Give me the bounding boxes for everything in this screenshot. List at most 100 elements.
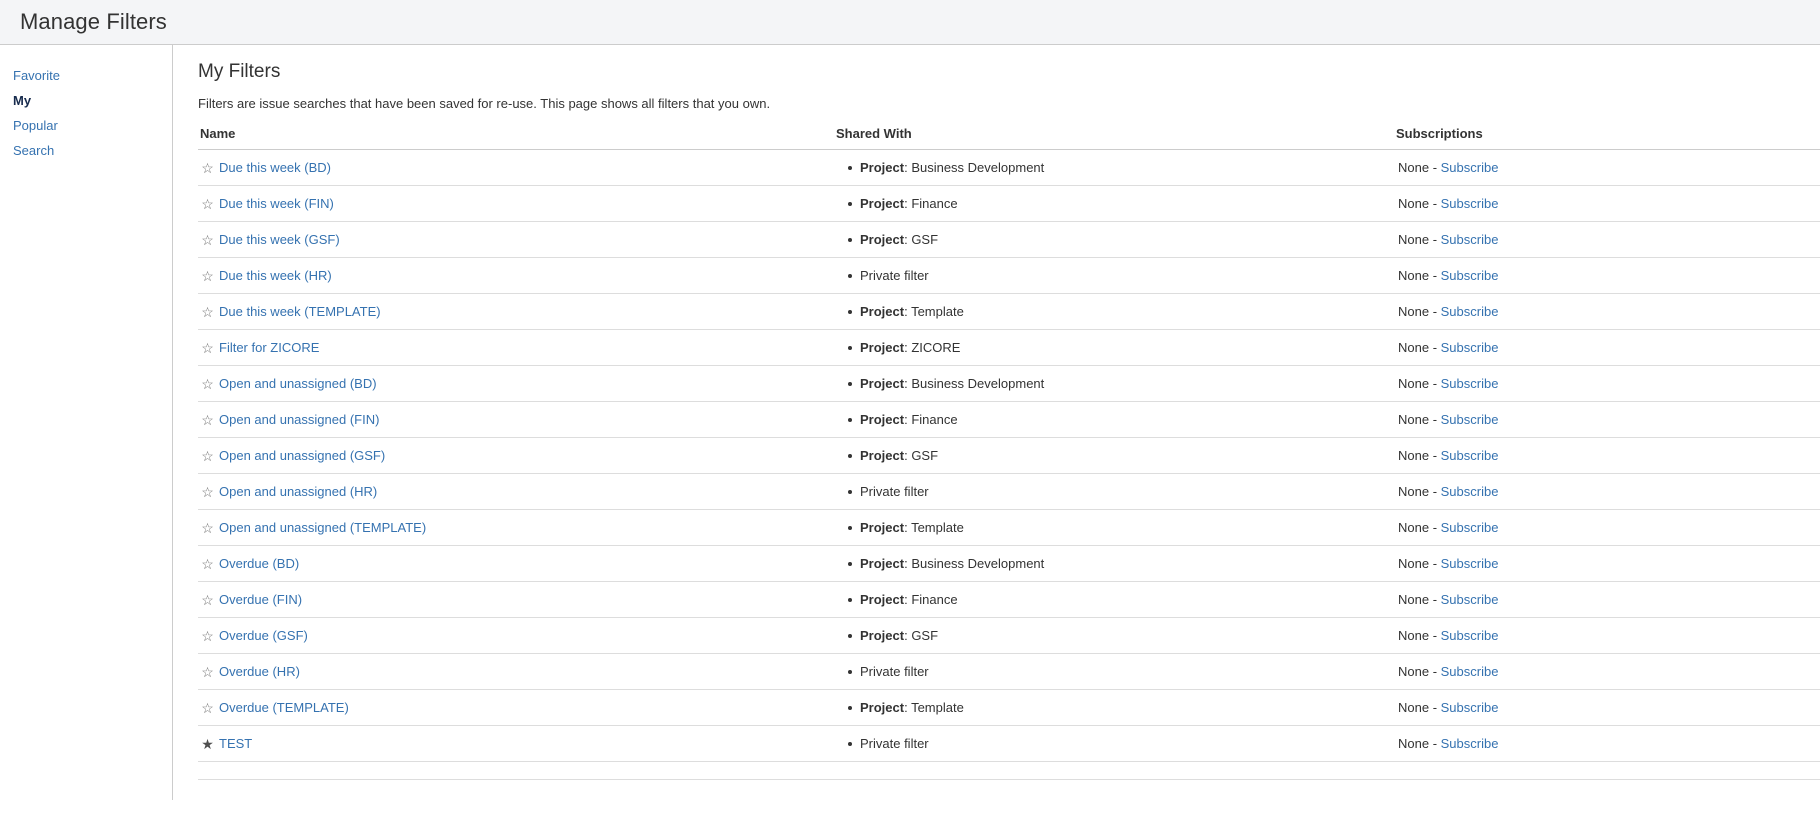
subscribe-link[interactable]: Subscribe (1441, 520, 1499, 535)
filter-name-link[interactable]: Due this week (FIN) (219, 197, 334, 212)
subscribe-link[interactable]: Subscribe (1441, 556, 1499, 571)
filter-name-link[interactable]: Overdue (BD) (219, 557, 299, 572)
filter-name-link[interactable]: Filter for ZICORE (219, 341, 319, 356)
filter-name-link[interactable]: Due this week (BD) (219, 161, 331, 176)
filter-name-link[interactable]: TEST (219, 737, 252, 752)
shared-with-value: Private filter (860, 736, 929, 751)
subscribe-link[interactable]: Subscribe (1441, 448, 1499, 463)
cell-subscriptions: None - Subscribe (1396, 509, 1716, 546)
sidebar-item-search[interactable]: Search (0, 138, 172, 163)
sidebar-item-label: Favorite (13, 68, 60, 83)
filter-name-link[interactable]: Overdue (GSF) (219, 629, 308, 644)
filter-name-link[interactable]: Overdue (HR) (219, 665, 300, 680)
subscribe-link[interactable]: Subscribe (1441, 412, 1499, 427)
cell-actions (1716, 617, 1820, 654)
table-row: ☆ Open and unassigned (GSF) Project: GSF No… (198, 437, 1820, 474)
filter-name-link[interactable]: Due this week (HR) (219, 269, 332, 284)
shared-with-value: Template (911, 700, 964, 715)
cell-subscriptions: None - Subscribe (1396, 365, 1716, 402)
cell-name: ☆ Open and unassigned (TEMPLATE) (198, 509, 836, 546)
subscription-status: None - (1398, 736, 1441, 751)
subscribe-link[interactable]: Subscribe (1441, 736, 1499, 751)
table-bottom-spacer (198, 761, 1820, 780)
star-outline-icon[interactable]: ☆ (200, 197, 215, 211)
subscribe-link[interactable]: Subscribe (1441, 160, 1499, 175)
cell-actions (1716, 401, 1820, 438)
shared-with-value: Business Development (911, 160, 1045, 175)
column-header-name[interactable]: Name (198, 126, 836, 150)
sidebar-nav: Favorite My Popular Search (0, 63, 172, 163)
subscribe-link[interactable]: Subscribe (1441, 196, 1499, 211)
star-outline-icon[interactable]: ☆ (200, 521, 215, 535)
shared-with-list: Project: Finance (838, 411, 1396, 428)
table-bottom-spacer-cell (836, 761, 1396, 780)
subscribe-link[interactable]: Subscribe (1441, 484, 1499, 499)
subscribe-link[interactable]: Subscribe (1441, 304, 1499, 319)
cell-subscriptions: None - Subscribe (1396, 689, 1716, 726)
subscribe-link[interactable]: Subscribe (1441, 340, 1499, 355)
cell-shared-with: Project: ZICORE (836, 329, 1396, 366)
star-outline-icon[interactable]: ☆ (200, 449, 215, 463)
subscribe-link[interactable]: Subscribe (1441, 664, 1499, 679)
subscription-status: None - (1398, 700, 1441, 715)
cell-actions (1716, 257, 1820, 294)
cell-name: ☆ Due this week (BD) (198, 149, 836, 186)
star-outline-icon[interactable]: ☆ (200, 161, 215, 175)
filter-name-link[interactable]: Open and unassigned (HR) (219, 485, 377, 500)
sidebar-item-label: Search (13, 143, 55, 158)
cell-shared-with: Project: Finance (836, 581, 1396, 618)
star-outline-icon[interactable]: ☆ (200, 413, 215, 427)
cell-actions (1716, 329, 1820, 366)
star-outline-icon[interactable]: ☆ (200, 269, 215, 283)
section-heading: My Filters (198, 61, 281, 82)
filter-name-link[interactable]: Due this week (TEMPLATE) (219, 305, 381, 320)
subscribe-link[interactable]: Subscribe (1441, 232, 1499, 247)
subscription-status: None - (1398, 484, 1441, 499)
filter-name-link[interactable]: Open and unassigned (TEMPLATE) (219, 521, 426, 536)
filter-name-link[interactable]: Open and unassigned (FIN) (219, 413, 379, 428)
sidebar-item-popular[interactable]: Popular (0, 113, 172, 138)
subscribe-link[interactable]: Subscribe (1441, 376, 1499, 391)
cell-subscriptions: None - Subscribe (1396, 545, 1716, 582)
sidebar-item-favorite[interactable]: Favorite (0, 63, 172, 88)
column-header-subscriptions[interactable]: Subscriptions (1396, 126, 1716, 150)
shared-with-type: Project (860, 592, 905, 607)
cell-subscriptions: None - Subscribe (1396, 221, 1716, 258)
sidebar-item-my[interactable]: My (0, 88, 172, 113)
shared-with-value: Private filter (860, 268, 929, 283)
subscribe-link[interactable]: Subscribe (1441, 268, 1499, 283)
star-outline-icon[interactable]: ☆ (200, 305, 215, 319)
cell-actions (1716, 689, 1820, 726)
shared-with-type: Project (860, 556, 905, 571)
star-filled-icon[interactable]: ★ (200, 737, 215, 751)
star-outline-icon[interactable]: ☆ (200, 377, 215, 391)
column-header-shared-with[interactable]: Shared With (836, 126, 1396, 150)
cell-name: ☆ Overdue (TEMPLATE) (198, 689, 836, 726)
filter-name-link[interactable]: Open and unassigned (GSF) (219, 449, 385, 464)
filter-name-link[interactable]: Overdue (FIN) (219, 593, 302, 608)
subscribe-link[interactable]: Subscribe (1441, 592, 1499, 607)
shared-with-list: Project: GSF (838, 447, 1396, 464)
star-outline-icon[interactable]: ☆ (200, 665, 215, 679)
star-outline-icon[interactable]: ☆ (200, 701, 215, 715)
shared-with-item: Project: Finance (848, 591, 1396, 608)
filter-name-link[interactable]: Open and unassigned (BD) (219, 377, 377, 392)
star-outline-icon[interactable]: ☆ (200, 629, 215, 643)
cell-subscriptions: None - Subscribe (1396, 329, 1716, 366)
cell-shared-with: Project: Template (836, 293, 1396, 330)
star-outline-icon[interactable]: ☆ (200, 485, 215, 499)
shared-with-list: Project: Template (838, 303, 1396, 320)
subscribe-link[interactable]: Subscribe (1441, 700, 1499, 715)
shared-with-type: Project (860, 628, 905, 643)
shared-with-item: Project: Business Development (848, 375, 1396, 392)
star-outline-icon[interactable]: ☆ (200, 557, 215, 571)
star-outline-icon[interactable]: ☆ (200, 233, 215, 247)
subscribe-link[interactable]: Subscribe (1441, 628, 1499, 643)
cell-shared-with: Private filter (836, 257, 1396, 294)
cell-subscriptions: None - Subscribe (1396, 437, 1716, 474)
star-outline-icon[interactable]: ☆ (200, 341, 215, 355)
filter-name-link[interactable]: Due this week (GSF) (219, 233, 340, 248)
cell-shared-with: Project: Template (836, 689, 1396, 726)
filter-name-link[interactable]: Overdue (TEMPLATE) (219, 701, 349, 716)
star-outline-icon[interactable]: ☆ (200, 593, 215, 607)
